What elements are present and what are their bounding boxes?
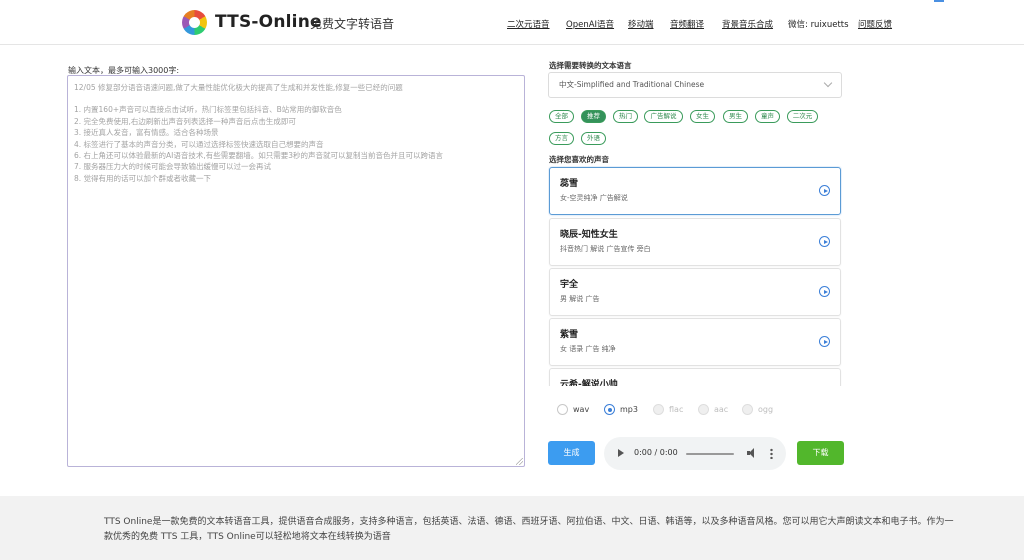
radio-checked-icon [604, 404, 615, 415]
nav-wechat: 微信: ruixuetts [788, 20, 849, 30]
voice-desc: 女 语录 广告 纯净 [560, 345, 616, 353]
site-header: TTS-Online 免费文字转语音 二次元语音 OpenAI语音 移动端 音频… [0, 0, 1024, 45]
nav-feedback[interactable]: 问题反馈 [858, 18, 892, 30]
voice-name: 宇全 [560, 280, 579, 290]
tag-foreign[interactable]: 外语 [581, 132, 606, 145]
play-circle-icon[interactable] [819, 236, 830, 247]
voice-card[interactable]: 云希-解说小帅 [549, 368, 841, 386]
tag-female[interactable]: 女生 [690, 110, 715, 123]
audio-time: 0:00 / 0:00 [634, 448, 678, 457]
voice-list[interactable]: 蕊雪 女-空灵纯净 广告解说 晓辰-知性女生 抖音热门 解说 广告宣传 旁白 宇… [548, 166, 842, 386]
text-input[interactable]: 12/05 修复部分语音语速问题,做了大量性能优化极大的提高了生成和并发性能,修… [67, 75, 525, 467]
chevron-down-icon [823, 78, 833, 88]
site-footer: TTS Online是一款免费的文本转语音工具，提供语音合成服务，支持多种语言，… [0, 496, 1024, 560]
voice-desc: 抖音热门 解说 广告宣传 旁白 [560, 245, 651, 253]
voice-desc: 男 解说 广告 [560, 295, 600, 303]
brand-subtitle: 免费文字转语音 [310, 17, 395, 31]
language-select[interactable]: 中文-Simplified and Traditional Chinese [548, 72, 842, 98]
tag-dialect[interactable]: 方言 [549, 132, 574, 145]
play-circle-icon[interactable] [819, 336, 830, 347]
tag-recommended[interactable]: 推荐 [581, 110, 606, 123]
resize-handle-icon[interactable] [516, 458, 523, 465]
placeholder-line: 6. 右上角还可以体验最新的AI语音技术,有些需要翻墙。如只需要3秒的声音就可以… [74, 151, 444, 161]
language-selected-value: 中文-Simplified and Traditional Chinese [559, 80, 705, 89]
volume-icon[interactable] [747, 448, 757, 458]
voice-label: 选择您喜欢的声音 [549, 155, 609, 164]
audio-progress-bar[interactable] [686, 453, 734, 455]
scroll-indicator [934, 0, 944, 2]
format-label: ogg [758, 405, 774, 414]
placeholder-line: 4. 标签进行了基本的声音分类，可以通过选择标签快速选取自己想要的声音 [74, 139, 324, 149]
download-button[interactable]: 下载 [797, 441, 844, 465]
nav-bgm-synthesis[interactable]: 背景音乐合成 [722, 18, 773, 30]
voice-card[interactable]: 紫雪 女 语录 广告 纯净 [549, 318, 841, 366]
tag-ad-narration[interactable]: 广告解说 [644, 110, 683, 123]
generate-button[interactable]: 生成 [548, 441, 595, 465]
format-label: wav [573, 405, 590, 414]
play-circle-icon[interactable] [819, 286, 830, 297]
placeholder-line: 12/05 修复部分语音语速问题,做了大量性能优化极大的提高了生成和并发性能,修… [74, 83, 403, 92]
placeholder-line: 1. 内置160+声音可以直接点击试听，热门标签里包括抖音、B站常用的御软音色 [74, 105, 342, 115]
nav-openai-voice[interactable]: OpenAI语音 [566, 18, 614, 30]
play-icon[interactable] [618, 449, 624, 457]
radio-icon [698, 404, 709, 415]
radio-icon [653, 404, 664, 415]
nav-mobile[interactable]: 移动端 [628, 18, 654, 30]
radio-icon [742, 404, 753, 415]
placeholder-line: 2. 完全免费使用,右边刷新出声音列表选择一种声音后点击生成即可 [74, 116, 296, 126]
voice-name: 蕊雪 [560, 179, 579, 189]
radio-icon [557, 404, 568, 415]
format-label: flac [669, 405, 684, 414]
voice-name: 云希-解说小帅 [560, 380, 618, 386]
footer-description: TTS Online是一款免费的文本转语音工具，提供语音合成服务，支持多种语言，… [104, 517, 954, 542]
format-label: mp3 [620, 405, 638, 414]
voice-card[interactable]: 宇全 男 解说 广告 [549, 268, 841, 316]
voice-name: 紫雪 [560, 330, 579, 340]
format-label: aac [714, 405, 729, 414]
placeholder-line: 8. 觉得有用的话可以加个群或者收藏一下 [74, 173, 212, 183]
voice-desc: 女-空灵纯净 广告解说 [560, 194, 628, 202]
tag-popular[interactable]: 热门 [613, 110, 638, 123]
play-circle-icon[interactable] [819, 185, 830, 196]
nav-audio-translate[interactable]: 音频翻译 [670, 18, 704, 30]
tag-male[interactable]: 男生 [723, 110, 748, 123]
brand-title[interactable]: TTS-Online [215, 12, 322, 32]
placeholder-line: 7. 服务器压力大的时候可能会导致输出缓慢可以过一会再试 [74, 162, 272, 172]
nav-anime-voice[interactable]: 二次元语音 [507, 18, 550, 30]
tag-anime[interactable]: 二次元 [787, 110, 818, 123]
tag-all[interactable]: 全部 [549, 110, 574, 123]
audio-player: 0:00 / 0:00 [604, 437, 786, 470]
more-options-icon[interactable] [770, 448, 773, 459]
voice-name: 晓辰-知性女生 [560, 230, 618, 240]
voice-card[interactable]: 蕊雪 女-空灵纯净 广告解说 [549, 167, 841, 215]
site-logo-icon[interactable] [182, 10, 207, 35]
tag-child[interactable]: 童声 [755, 110, 780, 123]
voice-card[interactable]: 晓辰-知性女生 抖音热门 解说 广告宣传 旁白 [549, 218, 841, 266]
language-label: 选择需要转换的文本语言 [549, 61, 632, 70]
placeholder-line: 3. 接近真人发音，富有情感。适合各种场景 [74, 128, 219, 138]
